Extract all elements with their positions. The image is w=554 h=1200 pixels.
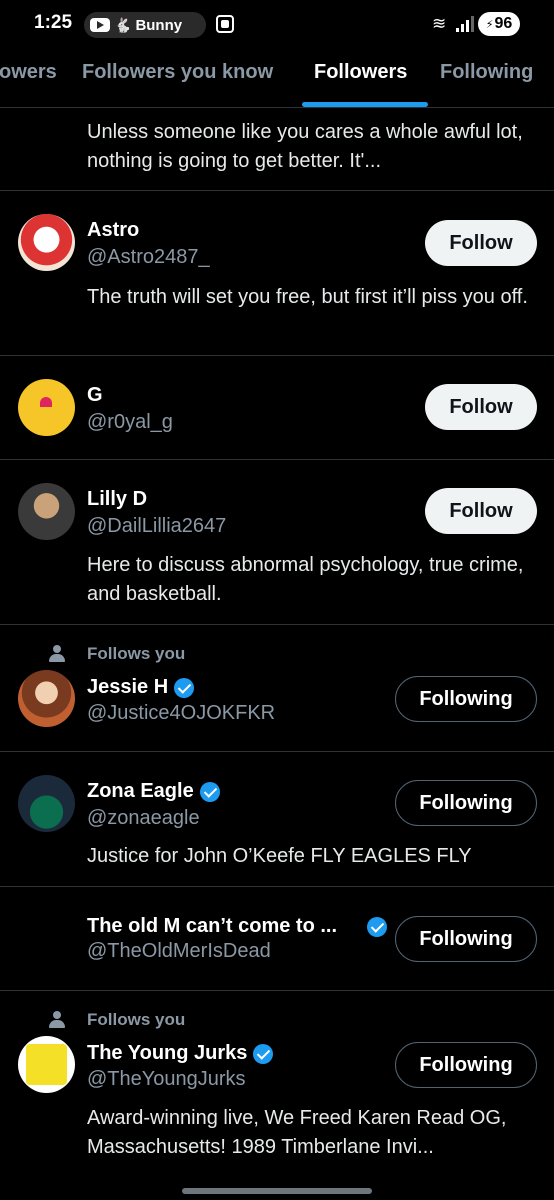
user-name: The old M can’t come to ... [87,915,387,938]
user-bio: Here to discuss abnormal psychology, tru… [87,554,524,605]
following-button[interactable]: Following [395,780,537,826]
user-name: The Young Jurks [87,1042,274,1065]
list-item[interactable]: G @r0yal_g Follow [0,356,554,460]
list-item[interactable]: Lilly D @DailLillia2647 Follow Here to d… [0,460,554,625]
cellular-signal-icon [456,16,474,32]
user-bio: Award-winning live, We Freed Karen Read … [87,1107,507,1158]
media-activity-pill[interactable]: 🐇 Bunny [84,12,206,38]
user-bio: Justice for John O’Keefe FLY EAGLES FLY [87,845,472,867]
user-name-text: Lilly D [87,488,148,510]
user-handle: @TheOldMerIsDead [87,940,271,962]
wifi-icon: ≋ [432,14,447,33]
user-name-text: The old M can’t come to ... [87,915,338,937]
user-name-text: Astro [87,219,140,241]
user-handle: @r0yal_g [87,411,173,433]
charging-icon: ⚡ [485,18,494,31]
user-handle: @Astro2487_ [87,246,210,268]
list-item[interactable]: Astro @Astro2487_ Follow The truth will … [0,191,554,356]
battery-level: 96 [494,15,513,32]
heart-icon [40,397,52,407]
tab-verified-followers[interactable]: owers [0,61,57,84]
avatar[interactable] [18,910,75,967]
tab-followers[interactable]: Followers [314,61,407,84]
verified-badge-icon [253,1043,274,1064]
verified-badge-icon [367,916,387,937]
tab-following[interactable]: Following [440,61,533,84]
following-button[interactable]: Following [395,676,537,722]
avatar[interactable] [18,379,75,436]
follow-button[interactable]: Follow [425,384,537,430]
battery-indicator: ⚡ 96 [478,12,520,36]
logo-icon [26,1044,67,1085]
tab-followers-you-know[interactable]: Followers you know [82,61,273,84]
media-label: Bunny [135,16,183,34]
youtube-icon [90,18,110,32]
user-name-text: Jessie H [87,676,169,698]
user-handle: @TheYoungJurks [87,1068,246,1090]
user-name-text: The Young Jurks [87,1042,248,1064]
follow-button[interactable]: Follow [425,220,537,266]
list-item[interactable]: Follows you The Young Jurks @TheYoungJur… [0,991,554,1200]
list-item[interactable]: The old M can’t come to ... @TheOldMerIs… [0,887,554,991]
user-name-text: G [87,384,103,406]
rabbit-icon: 🐇 [114,16,132,33]
user-bio: The truth will set you free, but first i… [87,286,528,308]
list-item[interactable]: Zona Eagle @zonaeagle Following Justice … [0,752,554,887]
avatar[interactable] [18,775,75,832]
verified-badge-icon [199,781,220,802]
status-bar: 1:25 🐇 Bunny ≋ ⚡ 96 [0,0,554,50]
person-icon [49,645,65,663]
home-indicator[interactable] [182,1188,372,1194]
active-tab-indicator [302,102,428,107]
avatar[interactable] [18,483,75,540]
follows-you-label: Follows you [87,1010,186,1029]
status-time: 1:25 [34,12,73,33]
user-handle: @Justice4OJOKFKR [87,702,276,724]
user-bio: Unless someone like you cares a whole aw… [87,121,523,172]
user-name: Astro [87,219,139,242]
follow-tabs: owers Followers you know Followers Follo… [0,50,554,108]
list-item[interactable]: Follows you Jessie H @Justice4OJOKFKR Fo… [0,625,554,752]
user-handle: @DailLillia2647 [87,515,227,537]
user-name: G [87,384,103,407]
person-icon [49,1011,65,1029]
user-name: Lilly D [87,488,147,511]
list-item[interactable]: Unless someone like you cares a whole aw… [0,108,554,191]
user-name: Zona Eagle [87,780,220,803]
user-name-text: Zona Eagle [87,780,194,802]
avatar[interactable] [18,670,75,727]
screen-record-icon [216,15,234,33]
following-button[interactable]: Following [395,1042,537,1088]
follow-button[interactable]: Follow [425,488,537,534]
user-name: Jessie H [87,676,195,699]
avatar[interactable] [18,214,75,271]
following-button[interactable]: Following [395,916,537,962]
user-handle: @zonaeagle [87,807,200,829]
verified-badge-icon [174,677,195,698]
avatar[interactable] [18,1036,75,1093]
follows-you-label: Follows you [87,644,186,663]
